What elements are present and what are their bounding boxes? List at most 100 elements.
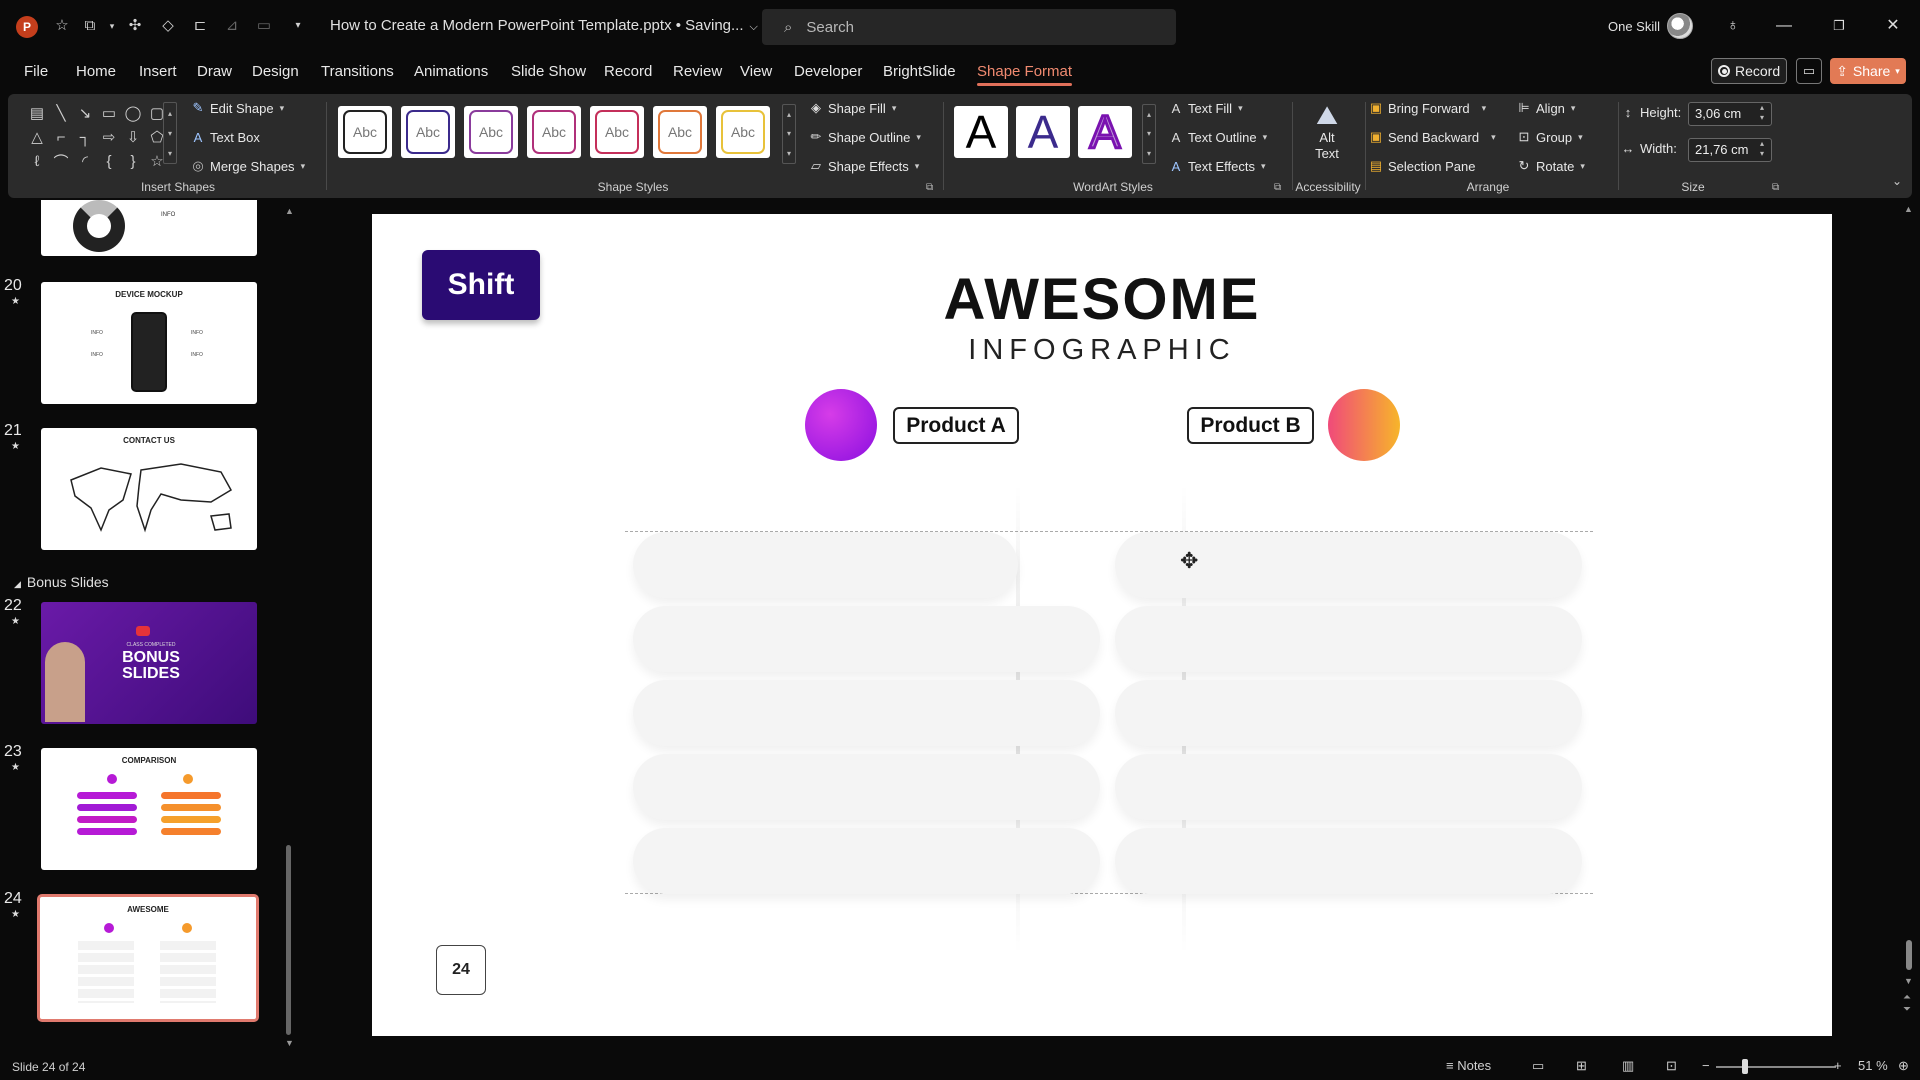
- oval-shape-icon[interactable]: ◯: [122, 102, 144, 124]
- tab-view[interactable]: View: [740, 63, 772, 80]
- slide-thumbnail-24[interactable]: AWESOME: [37, 894, 259, 1022]
- normal-view-icon[interactable]: ▭: [1532, 1058, 1544, 1074]
- scroll-down-icon[interactable]: ▼: [1904, 976, 1913, 986]
- customize-toolbar-icon[interactable]: ▾: [288, 16, 308, 36]
- tab-design[interactable]: Design: [252, 63, 299, 80]
- text-box-button[interactable]: A Text Box: [190, 129, 260, 145]
- redo-icon[interactable]: ◇: [158, 16, 178, 36]
- save-dropdown-icon[interactable]: ▾: [102, 16, 122, 36]
- slide-thumbnail-23[interactable]: COMPARISON: [41, 748, 257, 870]
- comments-button[interactable]: ▭: [1796, 58, 1822, 84]
- group-button[interactable]: ⊡ Group ▾: [1516, 129, 1583, 145]
- tab-insert[interactable]: Insert: [139, 63, 177, 80]
- product-b-bar[interactable]: [1115, 680, 1582, 746]
- freeform-shape-icon[interactable]: ℓ: [26, 150, 48, 172]
- scroll-up-icon[interactable]: ▲: [285, 206, 294, 216]
- selection-pane-button[interactable]: ▤ Selection Pane: [1368, 158, 1476, 174]
- left-brace-shape-icon[interactable]: {: [98, 150, 120, 172]
- save-icon[interactable]: ⧉: [80, 16, 100, 36]
- product-b-bar[interactable]: [1115, 754, 1582, 820]
- product-a-bar[interactable]: [633, 680, 1100, 746]
- slide-title[interactable]: AWESOME: [372, 266, 1832, 333]
- format-painter-icon[interactable]: ⊏: [190, 16, 210, 36]
- slide-thumbnail-22[interactable]: CLASS COMPLETED BONUS SLIDES: [41, 602, 257, 724]
- scroll-up-icon[interactable]: ▲: [1904, 204, 1913, 214]
- avatar[interactable]: [1667, 13, 1693, 39]
- section-header-bonus-slides[interactable]: ◢ Bonus Slides: [14, 574, 109, 590]
- slide-thumbnail-21[interactable]: CONTACT US: [41, 428, 257, 550]
- scroll-down-icon[interactable]: ▼: [285, 1038, 294, 1048]
- rectangle-shape-icon[interactable]: ▭: [98, 102, 120, 124]
- product-a-bar[interactable]: [633, 754, 1100, 820]
- shape-style-thumb[interactable]: Abc: [527, 106, 581, 158]
- tab-developer[interactable]: Developer: [794, 63, 862, 80]
- shape-style-thumb[interactable]: Abc: [464, 106, 518, 158]
- zoom-slider[interactable]: [1716, 1066, 1836, 1068]
- page-number-box[interactable]: 24: [436, 945, 486, 995]
- zoom-level[interactable]: 51 %: [1858, 1058, 1888, 1073]
- height-spinner[interactable]: ▴ ▾: [1760, 103, 1764, 123]
- shape-style-thumb[interactable]: Abc: [590, 106, 644, 158]
- autosave-icon[interactable]: ☆: [52, 16, 72, 36]
- tab-slide-show[interactable]: Slide Show: [511, 63, 586, 80]
- dialog-launcher-icon[interactable]: ⧉: [1274, 182, 1281, 193]
- tab-review[interactable]: Review: [673, 63, 722, 80]
- tab-draw[interactable]: Draw: [197, 63, 232, 80]
- record-button[interactable]: Record: [1711, 58, 1787, 84]
- share-button[interactable]: ⇪ Share ▾: [1830, 58, 1906, 84]
- shape-style-thumb[interactable]: Abc: [653, 106, 707, 158]
- restore-button[interactable]: ❐: [1826, 14, 1852, 38]
- product-a-bar[interactable]: [633, 828, 1100, 894]
- shapes-gallery[interactable]: ▤ ╲ ↘ ▭ ◯ ▢ △ ⌐ ┐ ⇨ ⇩ ⬠ ℓ ⌒ ◜ { } ☆: [26, 102, 176, 174]
- wordart-scroll[interactable]: ▴ ▾ ▾: [1142, 104, 1156, 164]
- product-a-circle[interactable]: [805, 389, 877, 461]
- collapse-ribbon-icon[interactable]: ⌄: [1892, 174, 1902, 188]
- tab-file[interactable]: File: [24, 63, 48, 80]
- edit-shape-button[interactable]: ✎ Edit Shape ▾: [190, 100, 285, 116]
- slide-canvas[interactable]: Shift AWESOME INFOGRAPHIC Product A Prod…: [372, 214, 1832, 1036]
- tab-transitions[interactable]: Transitions: [321, 63, 394, 80]
- zoom-out-icon[interactable]: −: [1702, 1058, 1710, 1073]
- text-outline-button[interactable]: A Text Outline ▾: [1168, 129, 1268, 145]
- lightbulb-icon[interactable]: ♁: [1720, 14, 1746, 38]
- tab-brightslide[interactable]: BrightSlide: [883, 63, 956, 80]
- dialog-launcher-icon[interactable]: ⧉: [1772, 182, 1779, 193]
- slide-sorter-icon[interactable]: ⊞: [1576, 1058, 1587, 1074]
- close-button[interactable]: ✕: [1880, 14, 1906, 38]
- triangle-shape-icon[interactable]: △: [26, 126, 48, 148]
- wordart-style-outline[interactable]: A: [1078, 105, 1132, 160]
- prev-next-slide-icon[interactable]: ⏶ ⏷: [1903, 992, 1911, 1016]
- shapes-gallery-scroll[interactable]: ▴ ▾ ▾: [163, 102, 177, 164]
- search-box[interactable]: ⌕: [762, 9, 1176, 45]
- down-arrow-shape-icon[interactable]: ⇩: [122, 126, 144, 148]
- align-button[interactable]: ⊫ Align ▾: [1516, 100, 1575, 116]
- shape-styles-scroll[interactable]: ▴ ▾ ▾: [782, 104, 796, 164]
- product-b-bar[interactable]: [1115, 606, 1582, 672]
- zoom-in-icon[interactable]: +: [1834, 1058, 1842, 1073]
- elbow-connector-icon[interactable]: ┐: [74, 126, 96, 148]
- tab-home[interactable]: Home: [76, 63, 116, 80]
- bring-forward-button[interactable]: ▣ Bring Forward ▾: [1368, 100, 1486, 116]
- arc-shape-icon[interactable]: ◜: [74, 150, 96, 172]
- search-input[interactable]: [806, 18, 1107, 36]
- zoom-slider-knob[interactable]: [1742, 1059, 1748, 1074]
- product-b-bar[interactable]: [1115, 828, 1582, 894]
- arrow-line-shape-icon[interactable]: ↘: [74, 102, 96, 124]
- shape-effects-button[interactable]: ▱ Shape Effects ▾: [808, 158, 919, 174]
- product-a-bar[interactable]: [633, 532, 1018, 598]
- text-effects-button[interactable]: A Text Effects ▾: [1168, 158, 1266, 174]
- tab-animations[interactable]: Animations: [414, 63, 488, 80]
- connector-shape-icon[interactable]: ⌐: [50, 126, 72, 148]
- width-spinner[interactable]: ▴ ▾: [1760, 139, 1764, 159]
- rotate-button[interactable]: ↻ Rotate ▾: [1516, 158, 1585, 174]
- tab-record[interactable]: Record: [604, 63, 652, 80]
- notes-button[interactable]: ≡ Notes: [1446, 1058, 1491, 1073]
- sidebar-scrollbar-thumb[interactable]: [286, 845, 291, 1035]
- document-title[interactable]: How to Create a Modern PowerPoint Templa…: [330, 17, 758, 34]
- user-name[interactable]: One Skill: [1608, 19, 1660, 34]
- reading-view-icon[interactable]: ▥: [1622, 1058, 1634, 1074]
- shape-outline-button[interactable]: ✏ Shape Outline ▾: [808, 129, 921, 145]
- minimize-button[interactable]: —: [1771, 14, 1797, 38]
- product-b-circle[interactable]: [1328, 389, 1400, 461]
- shape-fill-button[interactable]: ◈ Shape Fill ▾: [808, 100, 896, 116]
